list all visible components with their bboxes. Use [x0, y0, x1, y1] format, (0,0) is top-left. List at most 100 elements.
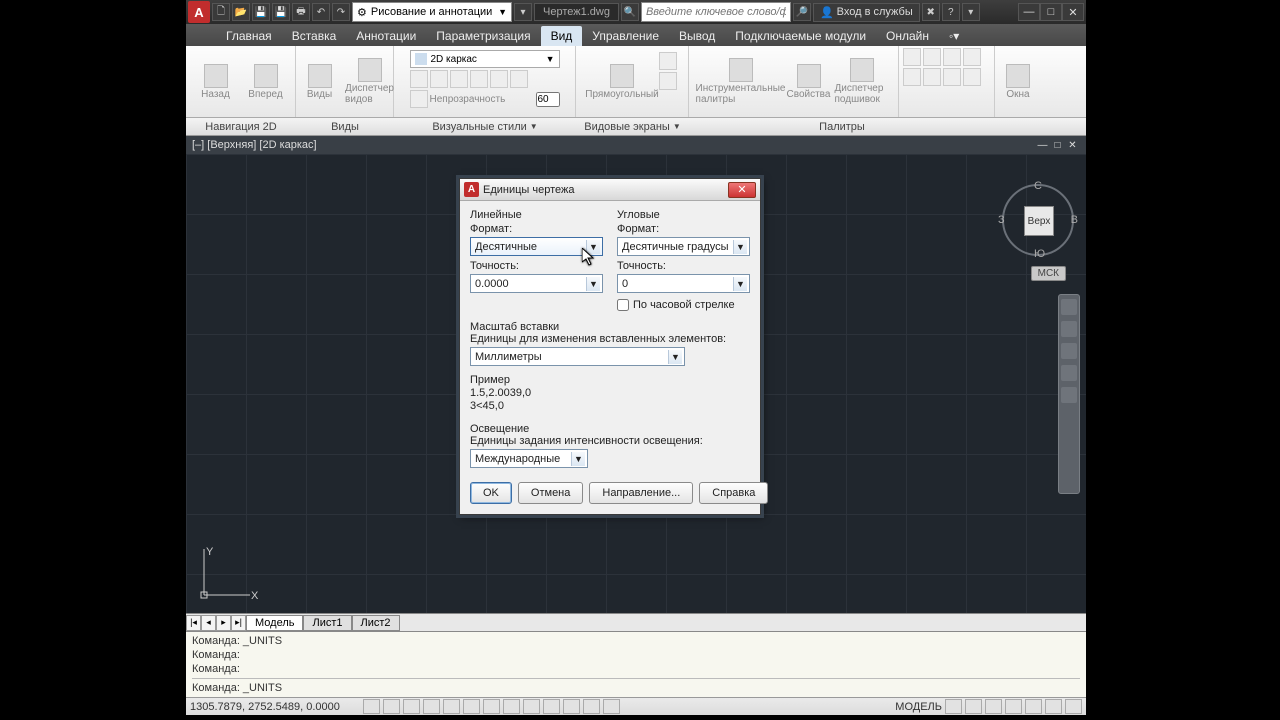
vp-join-icon[interactable]	[659, 72, 677, 90]
viewcube[interactable]: Верх С Ю В З	[1002, 184, 1074, 256]
pal3-icon[interactable]	[943, 48, 961, 66]
document-tab[interactable]: Чертеж1.dwg	[534, 3, 619, 21]
workspace-dropdown[interactable]: ⚙ Рисование и аннотации ▼	[352, 2, 512, 22]
sb-ducs-icon[interactable]	[503, 699, 520, 714]
cancel-button[interactable]: Отмена	[518, 482, 583, 504]
nav-back-button[interactable]: Назад	[192, 48, 240, 115]
vis-opt2-icon[interactable]	[430, 70, 448, 88]
help-button[interactable]: Справка	[699, 482, 768, 504]
tab-last-icon[interactable]: ▸|	[231, 615, 246, 631]
direction-button[interactable]: Направление...	[589, 482, 693, 504]
panel-visstyles-label[interactable]: Визуальные стили▼	[394, 118, 576, 135]
layout1-tab[interactable]: Лист1	[303, 615, 351, 631]
linear-precision-dropdown[interactable]: 0.0000▼	[470, 274, 603, 293]
qat-undo-icon[interactable]: ↶	[312, 3, 330, 21]
tab-plugins[interactable]: Подключаемые модули	[725, 26, 876, 46]
clockwise-checkbox[interactable]: По часовой стрелке	[617, 299, 750, 311]
insert-units-dropdown[interactable]: Миллиметры▼	[470, 347, 685, 366]
sb-snap-icon[interactable]	[363, 699, 380, 714]
tab-home[interactable]: Главная	[216, 26, 282, 46]
vp-minimize-icon[interactable]: —	[1035, 139, 1050, 152]
sb-sc-icon[interactable]	[603, 699, 620, 714]
view-manager-button[interactable]: Диспетчер видов	[346, 48, 394, 115]
qat-more-icon[interactable]: ▾	[514, 3, 532, 21]
vis-opt1-icon[interactable]	[410, 70, 428, 88]
help-icon[interactable]: ?	[942, 3, 960, 21]
opacity-input[interactable]	[536, 92, 560, 107]
maximize-button[interactable]: □	[1040, 3, 1062, 21]
tab-next-icon[interactable]: ▸	[216, 615, 231, 631]
vis-opt3-icon[interactable]	[450, 70, 468, 88]
pal1-icon[interactable]	[903, 48, 921, 66]
sb-r6-icon[interactable]	[1045, 699, 1062, 714]
sb-lwt-icon[interactable]	[543, 699, 560, 714]
search-icon[interactable]: 🔍	[621, 3, 639, 21]
tab-insert[interactable]: Вставка	[282, 26, 347, 46]
app-menu-icon[interactable]: A	[188, 1, 210, 23]
login-button[interactable]: 👤 Вход в службы	[813, 3, 920, 22]
angular-format-dropdown[interactable]: Десятичные градусы▼	[617, 237, 750, 256]
viewcube-face[interactable]: Верх	[1024, 206, 1054, 236]
pal7-icon[interactable]	[943, 68, 961, 86]
visual-style-dropdown[interactable]: 2D каркас▼	[410, 50, 560, 68]
qat-redo-icon[interactable]: ↷	[332, 3, 350, 21]
tab-annotate[interactable]: Аннотации	[346, 26, 426, 46]
panel-views-label[interactable]: Виды	[296, 118, 394, 135]
viewcube-east[interactable]: В	[1071, 214, 1078, 226]
angular-precision-dropdown[interactable]: 0▼	[617, 274, 750, 293]
exchange-icon[interactable]: ✖	[922, 3, 940, 21]
sheetset-mgr-button[interactable]: Диспетчер подшивок	[835, 48, 889, 115]
views-button[interactable]: Виды	[296, 48, 344, 115]
sb-r5-icon[interactable]	[1025, 699, 1042, 714]
viewport-title[interactable]: [–] [Верхняя] [2D каркас]	[192, 139, 317, 151]
wcs-button[interactable]: МСК	[1031, 266, 1066, 281]
nav-forward-button[interactable]: Вперед	[242, 48, 290, 115]
search-go-icon[interactable]: 🔎	[793, 3, 811, 21]
sb-r1-icon[interactable]	[945, 699, 962, 714]
tool-palettes-button[interactable]: Инструментальные палитры	[699, 48, 783, 115]
sb-r3-icon[interactable]	[985, 699, 1002, 714]
sb-r4-icon[interactable]	[1005, 699, 1022, 714]
tab-view[interactable]: Вид	[541, 26, 583, 46]
panel-nav2d-label[interactable]: Навигация 2D	[186, 118, 296, 135]
tab-prev-icon[interactable]: ◂	[201, 615, 216, 631]
layout2-tab[interactable]: Лист2	[352, 615, 400, 631]
tab-first-icon[interactable]: |◂	[186, 615, 201, 631]
vis-opt5-icon[interactable]	[490, 70, 508, 88]
nav-pan-icon[interactable]	[1061, 321, 1077, 337]
nav-wheel-icon[interactable]	[1061, 299, 1077, 315]
dialog-titlebar[interactable]: A Единицы чертежа ✕	[460, 179, 760, 201]
tab-param[interactable]: Параметризация	[426, 26, 540, 46]
vis-opt4-icon[interactable]	[470, 70, 488, 88]
viewcube-north[interactable]: С	[1034, 180, 1042, 192]
viewport-rect-button[interactable]: Прямоугольный	[587, 48, 657, 115]
sb-r2-icon[interactable]	[965, 699, 982, 714]
sb-dyn-icon[interactable]	[523, 699, 540, 714]
model-tab[interactable]: Модель	[246, 615, 303, 631]
qat-saveas-icon[interactable]: 💾	[272, 3, 290, 21]
lighting-units-dropdown[interactable]: Международные▼	[470, 449, 588, 468]
pal8-icon[interactable]	[963, 68, 981, 86]
vp-maximize-icon[interactable]: □	[1050, 139, 1065, 152]
pal2-icon[interactable]	[923, 48, 941, 66]
minimize-button[interactable]: —	[1018, 3, 1040, 21]
nav-orbit-icon[interactable]	[1061, 365, 1077, 381]
pal6-icon[interactable]	[923, 68, 941, 86]
tab-manage[interactable]: Управление	[582, 26, 669, 46]
sb-3dosnap-icon[interactable]	[463, 699, 480, 714]
tab-expand-icon[interactable]: ◦▾	[939, 26, 969, 46]
sb-grid-icon[interactable]	[383, 699, 400, 714]
nav-showmotion-icon[interactable]	[1061, 387, 1077, 403]
sb-qp-icon[interactable]	[583, 699, 600, 714]
viewcube-west[interactable]: З	[998, 214, 1005, 226]
vp-named-icon[interactable]	[659, 52, 677, 70]
ok-button[interactable]: OK	[470, 482, 512, 504]
tab-online[interactable]: Онлайн	[876, 26, 939, 46]
qat-new-icon[interactable]: 🗋	[212, 3, 230, 21]
qat-print-icon[interactable]: 🖶	[292, 3, 310, 21]
sb-r7-icon[interactable]	[1065, 699, 1082, 714]
viewcube-south[interactable]: Ю	[1034, 248, 1045, 260]
status-model[interactable]: МОДЕЛЬ	[895, 701, 942, 713]
sb-otrack-icon[interactable]	[483, 699, 500, 714]
sb-ortho-icon[interactable]	[403, 699, 420, 714]
